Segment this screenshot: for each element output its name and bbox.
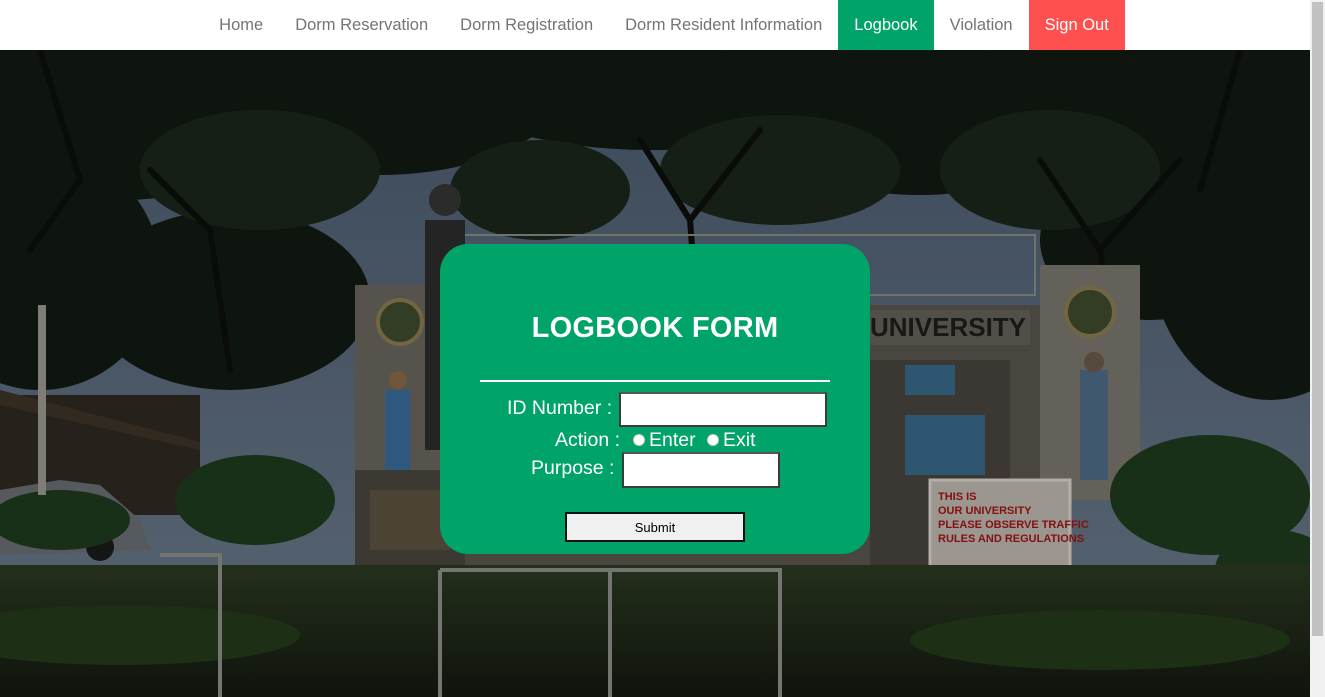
page: Home Dorm Reservation Dorm Registration … — [0, 0, 1325, 697]
nav-logbook[interactable]: Logbook — [838, 0, 934, 50]
form-divider — [480, 380, 830, 382]
nav-sign-out[interactable]: Sign Out — [1028, 0, 1125, 50]
id-number-input[interactable] — [619, 392, 827, 427]
action-enter-label: Enter — [649, 429, 696, 451]
action-enter-radio[interactable] — [633, 434, 645, 446]
nav-dorm-reservation[interactable]: Dorm Reservation — [279, 0, 444, 50]
nav-violation[interactable]: Violation — [934, 0, 1029, 50]
form-title: LOGBOOK FORM — [531, 312, 779, 344]
action-exit-label: Exit — [723, 429, 756, 451]
action-exit-radio[interactable] — [707, 434, 719, 446]
action-label: Action : — [555, 429, 621, 451]
vertical-scrollbar[interactable] — [1310, 0, 1325, 697]
nav-dorm-registration[interactable]: Dorm Registration — [444, 0, 609, 50]
id-number-label: ID Number : — [507, 397, 613, 419]
purpose-input[interactable] — [622, 452, 780, 488]
top-navbar: Home Dorm Reservation Dorm Registration … — [0, 0, 1310, 50]
submit-button[interactable]: Submit — [565, 512, 745, 542]
scrollbar-thumb[interactable] — [1312, 2, 1323, 636]
purpose-label: Purpose : — [531, 457, 615, 479]
nav-menu: Home Dorm Reservation Dorm Registration … — [203, 0, 1125, 50]
nav-dorm-resident-information[interactable]: Dorm Resident Information — [609, 0, 838, 50]
nav-home[interactable]: Home — [203, 0, 279, 50]
logbook-form-card: LOGBOOK FORM ID Number : Action : Enter … — [440, 244, 870, 554]
